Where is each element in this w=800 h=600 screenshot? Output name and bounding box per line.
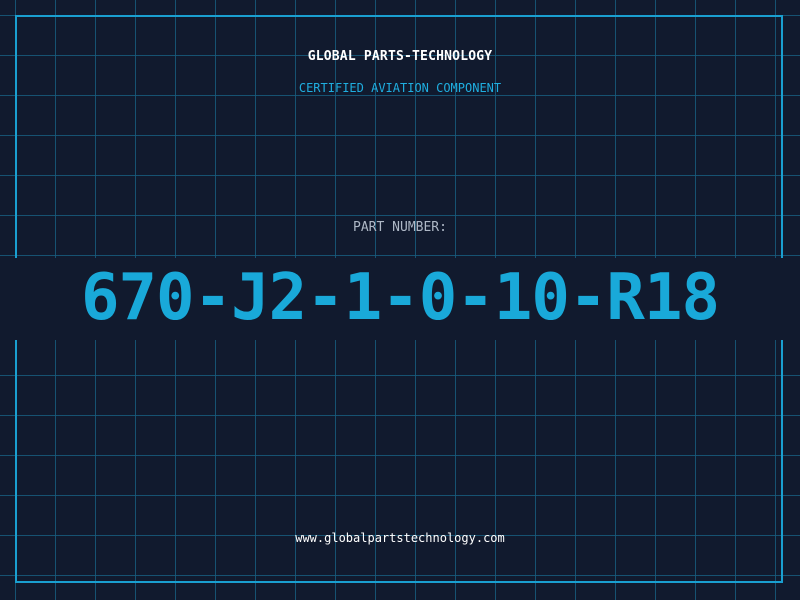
grid-background: GLOBAL PARTS-TECHNOLOGY CERTIFIED AVIATI…: [0, 0, 800, 600]
part-number-value: 670-J2-1-0-10-R18: [80, 261, 720, 335]
website-url: www.globalpartstechnology.com: [295, 531, 505, 545]
part-number-label: PART NUMBER:: [353, 220, 447, 235]
certification-subtitle: CERTIFIED AVIATION COMPONENT: [298, 81, 502, 95]
company-name: GLOBAL PARTS-TECHNOLOGY: [307, 49, 493, 64]
